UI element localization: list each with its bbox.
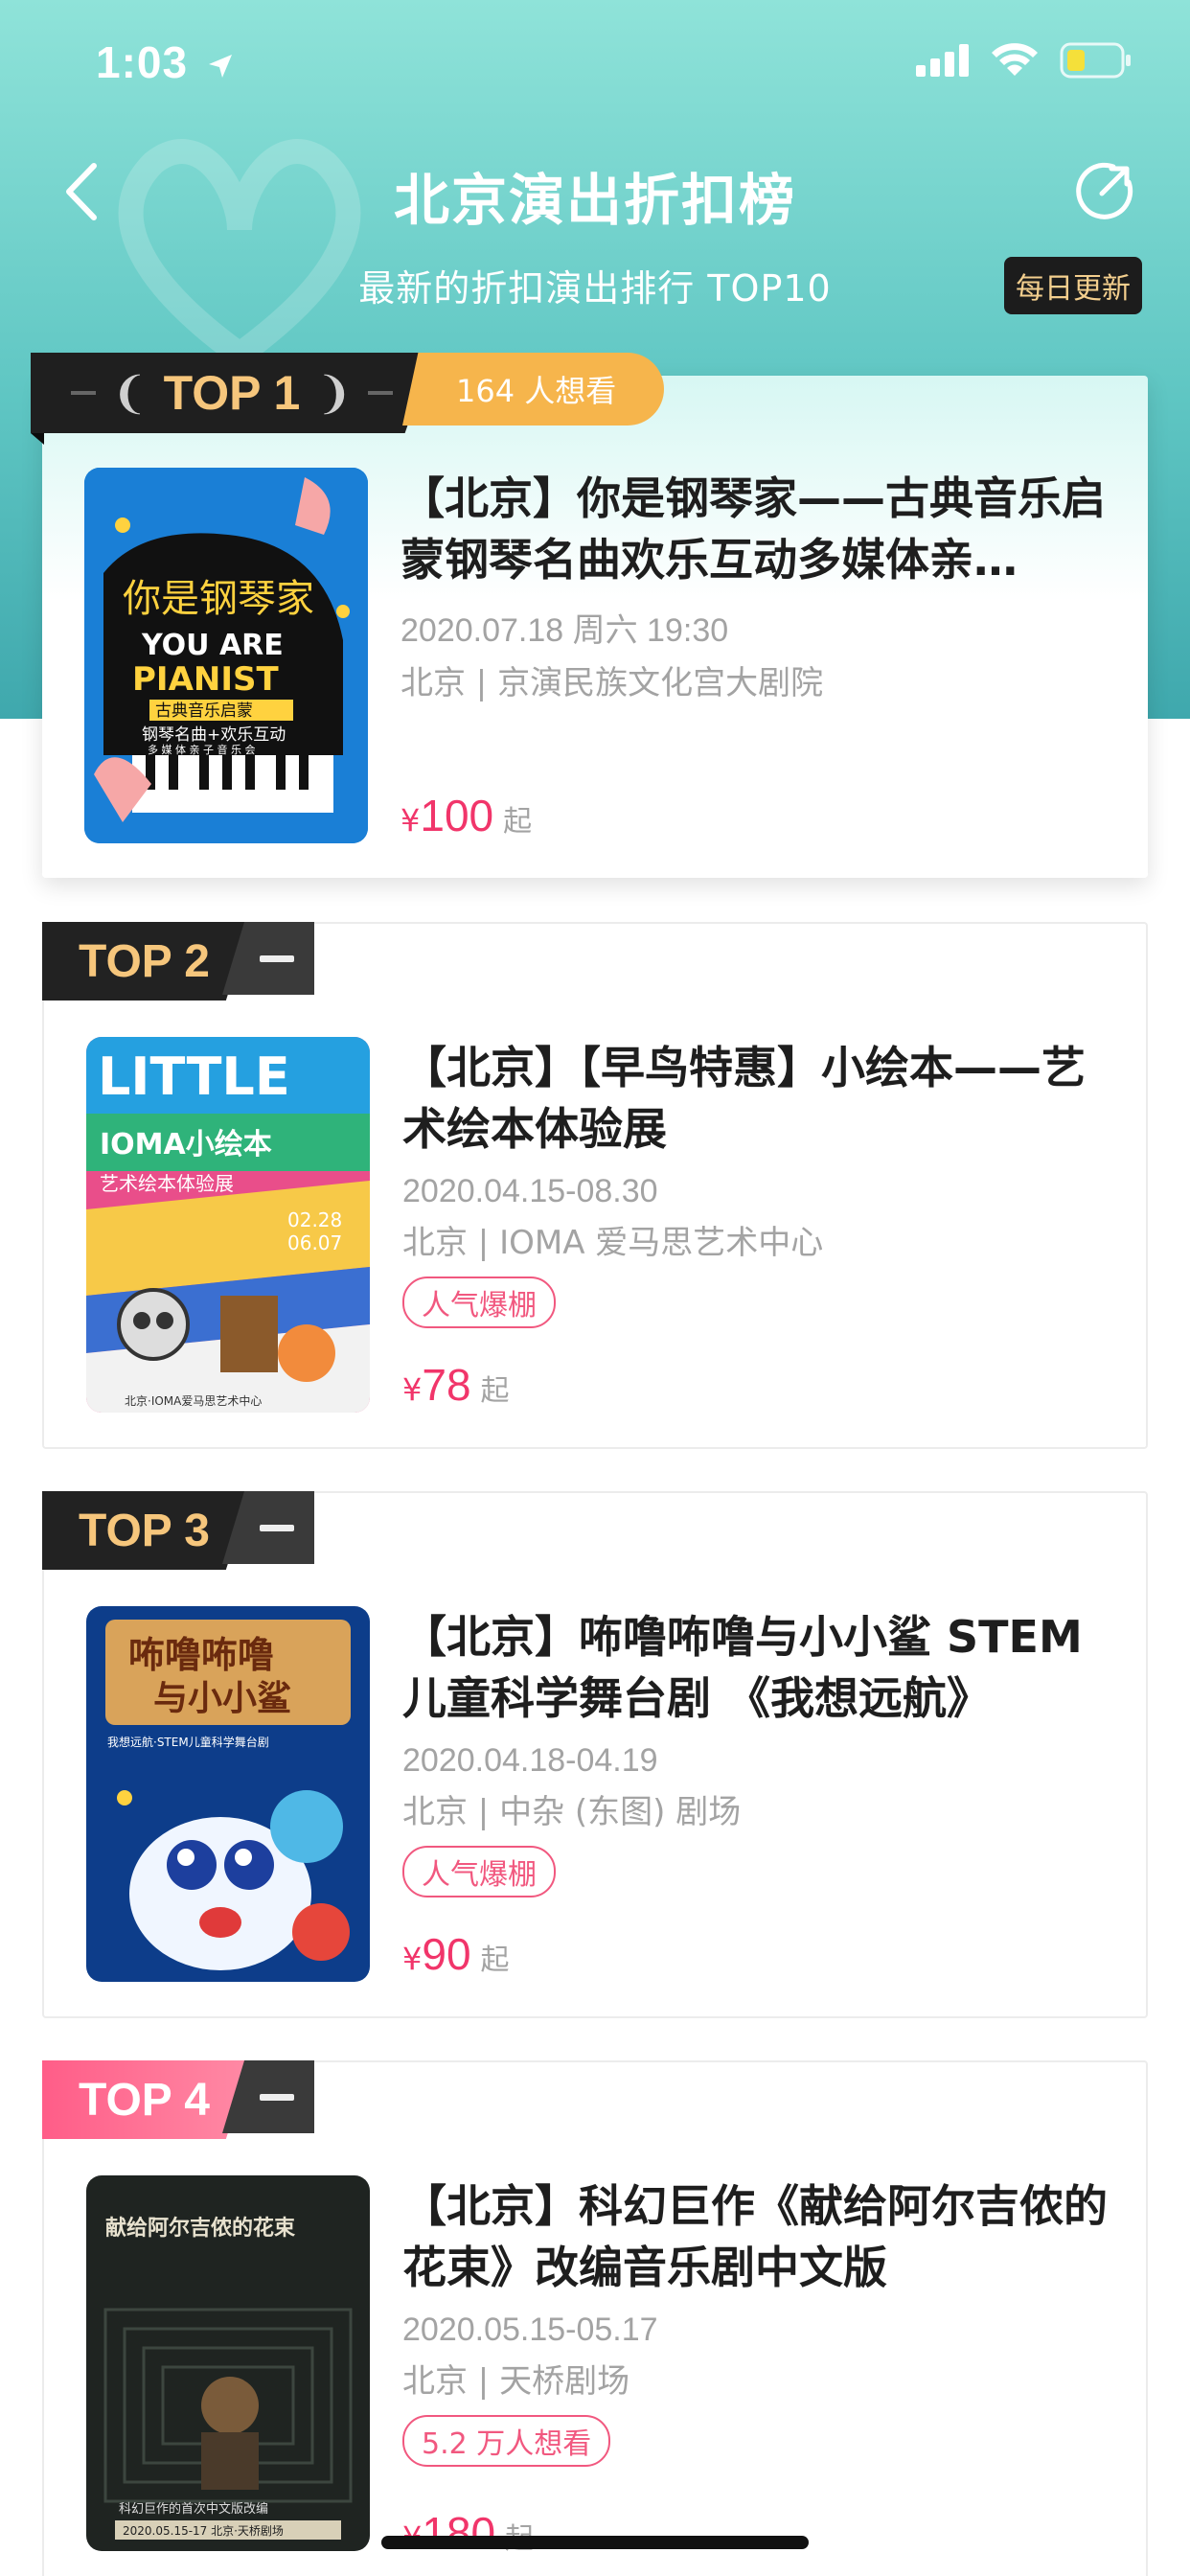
show-card-1[interactable]: 你是钢琴家 YOU ARE PIANIST 古典音乐启蒙 钢琴名曲+欢乐互动 多…	[42, 376, 1148, 878]
show-date: 2020.04.18-04.19	[402, 1742, 658, 1779]
poster-title-text: 你是钢琴家	[123, 577, 314, 621]
show-price: ¥90 起	[402, 1929, 510, 1979]
want-count-tag: 5.2 万人想看	[402, 2415, 611, 2467]
show-date: 2020.04.15-08.30	[402, 1173, 658, 1209]
show-card-3[interactable]: TOP 3 咘噜咘噜 与小小鲨 我想远航·STEM儿童科学舞台剧 【北京】咘噜咘…	[42, 1491, 1148, 2018]
show-price: ¥78 起	[402, 1360, 510, 1410]
popularity-tag: 人气爆棚	[402, 1276, 556, 1328]
home-indicator[interactable]	[381, 2536, 809, 2549]
poster-date-text: 02.28	[287, 1208, 342, 1231]
rank-label: TOP 1	[163, 366, 301, 420]
laurel-left-icon: ❨	[111, 368, 149, 418]
poster-illustration-1: 你是钢琴家 YOU ARE PIANIST 古典音乐启蒙 钢琴名曲+欢乐互动 多…	[84, 468, 368, 843]
poster-subtitle-text: YOU ARE	[141, 629, 284, 662]
show-price: ¥180起	[402, 2508, 534, 2558]
poster-subtitle-text: 与小小鲨	[153, 1679, 291, 1718]
poster-illustration-4: 献给阿尔吉侬的花束 科幻巨作的首次中文版改编 2020.05.15-17 北京·…	[86, 2175, 370, 2551]
show-poster-4[interactable]: 献给阿尔吉侬的花束 科幻巨作的首次中文版改编 2020.05.15-17 北京·…	[86, 2175, 370, 2551]
show-title: 【北京】你是钢琴家——古典音乐启蒙钢琴名曲欢乐互动多媒体亲…	[400, 472, 1106, 586]
show-venue: 北京 | IOMA 爱马思艺术中心	[402, 1224, 824, 1262]
rank-badge-top2: TOP 2	[42, 922, 314, 1000]
poster-illustration-2: LITTLE IOMA小绘本 艺术绘本体验展 02.28 06.07 北京·IO…	[86, 1037, 370, 1413]
show-price: ¥100 起	[400, 791, 533, 840]
cellular-signal-icon	[916, 44, 969, 77]
poster-caption-text: 我想远航·STEM儿童科学舞台剧	[107, 1735, 269, 1749]
poster-subtitle-text-2: PIANIST	[132, 660, 279, 699]
show-card-4[interactable]: TOP 4 献给阿尔吉侬的花束 科幻巨作的首次中文版改编 2020.05.15-…	[42, 2060, 1148, 2576]
rank-badge-top4: TOP 4	[42, 2060, 314, 2139]
poster-caption-text-2: 钢琴名曲+欢乐互动	[142, 725, 286, 745]
show-venue: 北京 | 中杂 (东图) 剧场	[402, 1793, 742, 1831]
wifi-icon	[992, 43, 1038, 76]
poster-subtitle-text: IOMA小绘本	[100, 1128, 272, 1162]
status-time: 1:03	[96, 36, 236, 88]
poster-caption-text: 科幻巨作的首次中文版改编	[119, 2501, 268, 2517]
laurel-right-icon: ❩	[315, 368, 353, 418]
show-poster-1[interactable]: 你是钢琴家 YOU ARE PIANIST 古典音乐启蒙 钢琴名曲+欢乐互动 多…	[84, 468, 368, 843]
daily-update-badge: 每日更新	[1004, 257, 1142, 314]
show-poster-3[interactable]: 咘噜咘噜 与小小鲨 我想远航·STEM儿童科学舞台剧	[86, 1606, 370, 1982]
poster-caption-text: 艺术绘本体验展	[100, 1172, 234, 1195]
rank-badge-top3: TOP 3	[42, 1491, 314, 1570]
show-title: 【北京】【早鸟特惠】小绘本——艺术绘本体验展	[402, 1042, 1086, 1155]
poster-date-text-2: 06.07	[287, 1231, 342, 1254]
share-icon[interactable]	[1075, 161, 1134, 220]
popularity-tag: 人气爆棚	[402, 1846, 556, 1898]
poster-title-text: 咘噜咘噜	[128, 1634, 274, 1676]
battery-icon	[1060, 42, 1131, 79]
poster-illustration-3: 咘噜咘噜 与小小鲨 我想远航·STEM儿童科学舞台剧	[86, 1606, 370, 1982]
rank-label: TOP 2	[42, 922, 251, 1000]
poster-footer-text: 2020.05.15-17 北京·天桥剧场	[123, 2524, 284, 2538]
show-date: 2020.07.18 周六 19:30	[400, 612, 729, 649]
show-title: 【北京】咘噜咘噜与小小鲨 STEM 儿童科学舞台剧 《我想远航》	[402, 1611, 1083, 1724]
status-bar: 1:03	[0, 0, 1190, 125]
poster-caption-text: 古典音乐启蒙	[155, 702, 253, 721]
show-card-2[interactable]: TOP 2 LITTLE IOMA小绘本 艺术绘本体验展 02.28 06.07…	[42, 922, 1148, 1449]
location-arrow-icon	[208, 54, 232, 78]
show-poster-2[interactable]: LITTLE IOMA小绘本 艺术绘本体验展 02.28 06.07 北京·IO…	[86, 1037, 370, 1413]
rank-label: TOP 4	[42, 2060, 251, 2139]
want-count-badge: 164 人想看	[402, 353, 665, 426]
show-date: 2020.05.15-05.17	[402, 2312, 658, 2348]
show-venue: 北京 | 京演民族文化宫大剧院	[400, 664, 824, 702]
show-title: 【北京】科幻巨作《献给阿尔吉侬的花束》改编音乐剧中文版	[402, 2180, 1108, 2293]
poster-title-text: 献给阿尔吉侬的花束	[105, 2216, 296, 2241]
rank-label: TOP 3	[42, 1491, 251, 1570]
poster-caption-text-3: 多 媒 体 亲 子 音 乐 会	[148, 743, 255, 756]
show-venue: 北京 | 天桥剧场	[402, 2362, 630, 2401]
poster-footer-text: 北京·IOMA爱马思艺术中心	[125, 1393, 262, 1408]
rank-badge-top1: ❨ TOP 1 ❩ 164 人想看	[31, 353, 665, 433]
poster-title-text: LITTLE	[98, 1046, 290, 1107]
page-title: 北京演出折扣榜	[393, 168, 796, 233]
